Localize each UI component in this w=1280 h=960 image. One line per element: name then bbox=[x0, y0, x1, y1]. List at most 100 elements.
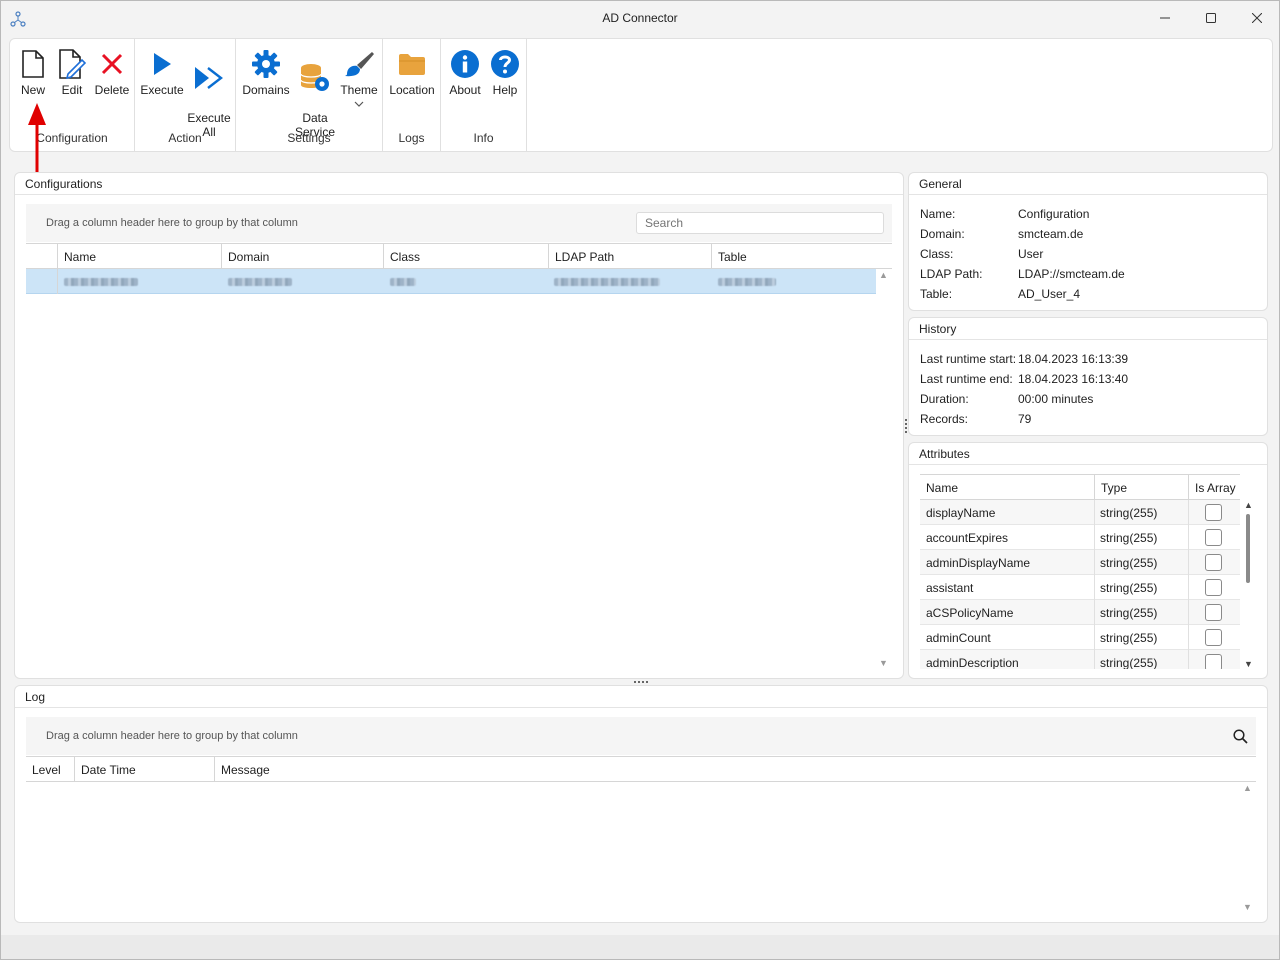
history-duration-key: Duration: bbox=[920, 392, 969, 406]
execute-button[interactable]: Execute bbox=[140, 47, 184, 97]
fast-forward-icon bbox=[195, 67, 223, 89]
location-label: Location bbox=[389, 83, 435, 97]
table-row[interactable]: displayName string(255) bbox=[920, 500, 1240, 525]
log-panel: Log Drag a column header here to group b… bbox=[14, 685, 1268, 923]
is-array-checkbox[interactable] bbox=[1205, 529, 1222, 546]
horizontal-splitter[interactable] bbox=[634, 681, 648, 683]
attr-type: string(255) bbox=[1100, 581, 1158, 595]
log-group-by-panel[interactable]: Drag a column header here to group by th… bbox=[26, 717, 1256, 755]
log-group-hint: Drag a column header here to group by th… bbox=[46, 730, 298, 742]
table-row[interactable]: aCSPolicyName string(255) bbox=[920, 600, 1240, 625]
edit-label: Edit bbox=[61, 83, 83, 97]
is-array-checkbox[interactable] bbox=[1205, 554, 1222, 571]
history-start-key: Last runtime start: bbox=[920, 352, 1017, 366]
general-name-value: Configuration bbox=[1018, 207, 1090, 221]
log-grid-header: Level Date Time Message bbox=[26, 756, 1256, 782]
scrollbar-thumb[interactable] bbox=[1246, 514, 1250, 583]
search-icon[interactable] bbox=[1233, 729, 1248, 744]
is-array-checkbox[interactable] bbox=[1205, 579, 1222, 596]
title-bar: AD Connector bbox=[1, 1, 1279, 37]
scroll-down-icon[interactable]: ▼ bbox=[879, 658, 888, 668]
table-row[interactable]: assistant string(255) bbox=[920, 575, 1240, 600]
general-title: General bbox=[919, 177, 962, 191]
general-panel: General Name: Configuration Domain: smct… bbox=[908, 172, 1268, 311]
scroll-up-icon[interactable]: ▲ bbox=[1244, 500, 1253, 510]
column-header-date-time[interactable]: Date Time bbox=[74, 757, 214, 781]
ribbon-toolbar: New Edit Delete Configuration Execute Ex… bbox=[9, 38, 1273, 152]
minimize-button[interactable] bbox=[1142, 1, 1188, 35]
column-header-is-array[interactable]: Is Array bbox=[1188, 475, 1240, 499]
general-table-value: AD_User_4 bbox=[1018, 287, 1081, 301]
group-label-settings: Settings bbox=[287, 131, 331, 145]
info-icon bbox=[451, 50, 479, 78]
maximize-button[interactable] bbox=[1188, 1, 1234, 35]
group-label-info: Info bbox=[473, 131, 494, 145]
column-header-class[interactable]: Class bbox=[383, 244, 548, 268]
ribbon-group-action: Execute Execute All Action bbox=[135, 39, 236, 151]
ribbon-group-logs: Location Logs bbox=[383, 39, 441, 151]
configurations-panel: Configurations Drag a column header here… bbox=[14, 172, 904, 679]
attr-name: adminDescription bbox=[926, 656, 1019, 669]
table-row[interactable]: adminDescription string(255) bbox=[920, 650, 1240, 669]
scroll-down-icon[interactable]: ▼ bbox=[1244, 659, 1253, 669]
scroll-down-icon[interactable]: ▼ bbox=[1243, 902, 1252, 912]
is-array-checkbox[interactable] bbox=[1205, 654, 1222, 669]
attr-name: aCSPolicyName bbox=[926, 606, 1014, 620]
vertical-splitter[interactable] bbox=[905, 419, 907, 433]
column-header-message[interactable]: Message bbox=[214, 757, 1240, 781]
attr-type: string(255) bbox=[1100, 506, 1158, 520]
group-by-panel[interactable]: Drag a column header here to group by th… bbox=[26, 204, 892, 242]
about-label: About bbox=[449, 83, 481, 97]
group-label-logs: Logs bbox=[398, 131, 425, 145]
table-row[interactable]: accountExpires string(255) bbox=[920, 525, 1240, 550]
history-end-key: Last runtime end: bbox=[920, 372, 1013, 386]
help-button[interactable]: Help bbox=[487, 47, 523, 97]
execute-label: Execute bbox=[140, 83, 184, 97]
scroll-up-icon[interactable]: ▲ bbox=[879, 270, 888, 280]
delete-button[interactable]: Delete bbox=[92, 47, 132, 97]
general-class-value: User bbox=[1018, 247, 1044, 261]
play-icon bbox=[154, 53, 171, 75]
column-header-attr-name[interactable]: Name bbox=[920, 475, 1094, 499]
attributes-panel: Attributes Name Type Is Array displayNam… bbox=[908, 442, 1268, 679]
is-array-checkbox[interactable] bbox=[1205, 504, 1222, 521]
is-array-checkbox[interactable] bbox=[1205, 629, 1222, 646]
general-domain-value: smcteam.de bbox=[1018, 227, 1084, 241]
history-end-value: 18.04.2023 16:13:40 bbox=[1018, 372, 1129, 386]
table-row[interactable]: adminCount string(255) bbox=[920, 625, 1240, 650]
table-row[interactable]: adminDisplayName string(255) bbox=[920, 550, 1240, 575]
about-button[interactable]: About bbox=[445, 47, 485, 97]
group-hint: Drag a column header here to group by th… bbox=[46, 217, 298, 229]
configurations-grid-body bbox=[26, 269, 892, 667]
maximize-icon bbox=[1206, 13, 1216, 23]
scroll-up-icon[interactable]: ▲ bbox=[1243, 783, 1252, 793]
folder-icon bbox=[399, 54, 425, 75]
search-input[interactable] bbox=[636, 212, 884, 234]
column-header-ldap-path[interactable]: LDAP Path bbox=[548, 244, 711, 268]
is-array-checkbox[interactable] bbox=[1205, 604, 1222, 621]
general-ldap-value: LDAP://smcteam.de bbox=[1018, 267, 1125, 281]
history-panel: History Last runtime start: 18.04.2023 1… bbox=[908, 317, 1268, 436]
attr-type: string(255) bbox=[1100, 631, 1158, 645]
close-button[interactable] bbox=[1234, 1, 1280, 35]
column-header-level[interactable]: Level bbox=[26, 757, 74, 781]
close-icon bbox=[1252, 13, 1262, 23]
new-document-icon bbox=[22, 50, 44, 78]
chevron-down-icon bbox=[354, 101, 364, 107]
column-header-table[interactable]: Table bbox=[711, 244, 876, 268]
column-header-name[interactable]: Name bbox=[57, 244, 221, 268]
delete-x-icon bbox=[101, 53, 123, 75]
column-header-domain[interactable]: Domain bbox=[221, 244, 383, 268]
attr-name: displayName bbox=[926, 506, 996, 520]
column-header-attr-type[interactable]: Type bbox=[1094, 475, 1188, 499]
edit-button[interactable]: Edit bbox=[54, 47, 90, 97]
attr-type: string(255) bbox=[1100, 656, 1158, 669]
domains-button[interactable]: Domains bbox=[240, 47, 292, 97]
configurations-title: Configurations bbox=[25, 177, 103, 191]
attributes-title: Attributes bbox=[919, 447, 970, 461]
attributes-grid: Name Type Is Array displayName string(25… bbox=[920, 474, 1255, 669]
theme-button[interactable]: Theme bbox=[338, 47, 380, 111]
new-button[interactable]: New bbox=[14, 47, 52, 97]
new-label: New bbox=[20, 83, 45, 97]
location-button[interactable]: Location bbox=[387, 47, 437, 97]
